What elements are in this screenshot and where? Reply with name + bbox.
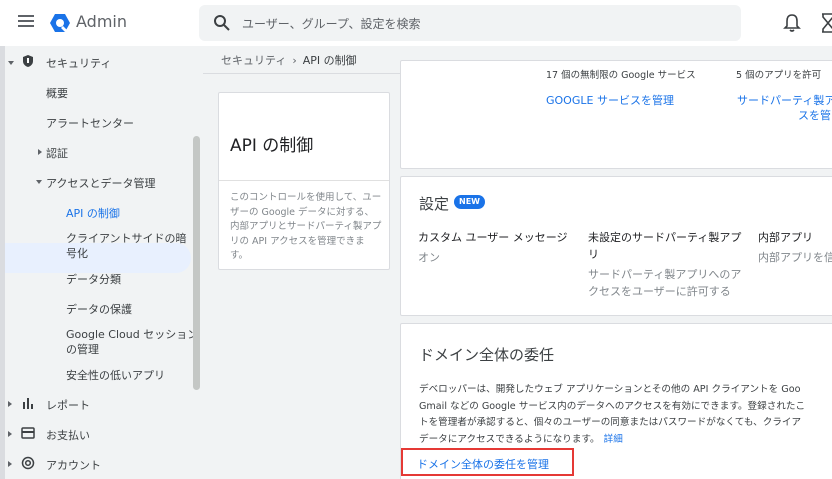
settings-title: 設定 <box>419 195 450 213</box>
sidebar-item-data-classification[interactable]: データ分類 <box>66 271 252 287</box>
unconfigured-apps-title-cont[interactable]: リ <box>588 246 599 263</box>
internal-apps-value: 内部アプリを信 <box>758 251 832 264</box>
at-sign-icon <box>21 456 35 470</box>
unconfigured-apps-value: サードパーティ製アプリへのア <box>588 268 742 281</box>
notification-bell-icon[interactable] <box>783 13 801 33</box>
breadcrumb-parent[interactable]: セキュリティ <box>221 54 286 67</box>
sidebar-item-security[interactable]: セキュリティ <box>46 55 232 71</box>
card-divider <box>219 180 389 181</box>
delegation-line: トを管理者が承認すると、個々のユーザーの同意またはパスワードがなくても、クライア <box>419 417 802 428</box>
services-summary-text: 17 個の無制限の Google サービス <box>546 70 696 81</box>
services-card: 17 個の無制限の Google サービス 5 個のアプリを許可 GOOGLE … <box>400 60 832 169</box>
delegation-line: データにアクセスできるようになります。 詳細 <box>419 432 832 449</box>
menu-icon[interactable] <box>18 15 34 29</box>
api-description: このコントロールを使用して、ユーザーの Google データに対する、内部アプリ… <box>230 192 382 261</box>
apps-summary-text: 5 個のアプリを許可 <box>736 70 822 81</box>
hourglass-icon[interactable] <box>821 13 832 33</box>
expand-arrow-icon[interactable] <box>8 431 12 437</box>
breadcrumb-separator: › <box>292 54 297 67</box>
delegation-description: デベロッパーは、開発したウェブ アプリケーションとその他の API クライアント… <box>419 382 832 448</box>
shield-icon <box>23 55 33 67</box>
new-badge: NEW <box>454 195 485 209</box>
sidebar-item-auth[interactable]: 認証 <box>46 145 232 161</box>
sidebar-item-billing[interactable]: お支払い <box>46 427 232 443</box>
admin-logo-icon <box>50 14 70 32</box>
sidebar-item-less-secure-apps[interactable]: 安全性の低いアプリ <box>66 367 252 383</box>
sidebar-item-data-protection[interactable]: データの保護 <box>66 301 252 317</box>
delegation-line: Gmail などの Google サービス内のデータへのアクセスを有効にできます… <box>419 400 806 412</box>
manage-third-party-link[interactable]: サードパーティ製ア <box>737 92 832 108</box>
unconfigured-apps-title[interactable]: 未設定のサードパーティ製アプ <box>588 229 741 246</box>
sidebar-item-overview[interactable]: 概要 <box>46 85 232 101</box>
bar-chart-icon <box>23 398 33 409</box>
sidebar-item-gcloud-session[interactable]: Google Cloud セッション <box>66 326 252 342</box>
delegation-line: デベロッパーは、開発したウェブ アプリケーションとその他の API クライアント… <box>419 384 801 395</box>
internal-apps-title[interactable]: 内部アプリ <box>758 229 813 246</box>
expand-arrow-icon[interactable] <box>38 149 42 155</box>
app-name[interactable]: Admin <box>76 12 127 31</box>
delegation-line-text: データにアクセスできるようになります。 <box>419 433 600 445</box>
search-icon[interactable] <box>213 14 231 32</box>
credit-card-icon <box>21 427 35 439</box>
api-control-card: API の制御 このコントロールを使用して、ユーザーの Google データに対… <box>218 92 390 270</box>
breadcrumb-current: API の制御 <box>302 54 357 67</box>
sidebar-item-alert-center[interactable]: アラートセンター <box>46 115 232 131</box>
breadcrumb: セキュリティ › API の制御 <box>221 52 357 68</box>
custom-message-value: オン <box>418 251 440 264</box>
sidebar-item-reports[interactable]: レポート <box>46 397 232 413</box>
expand-arrow-icon[interactable] <box>36 180 42 184</box>
sidebar-item-gcloud-session-cont[interactable]: の管理 <box>66 341 252 357</box>
sidebar-scrollbar[interactable] <box>193 136 200 390</box>
sidebar-item-access-data[interactable]: アクセスとデータ管理 <box>46 175 232 191</box>
expand-arrow-icon[interactable] <box>8 61 14 65</box>
sidebar-item-account[interactable]: アカウント <box>46 457 232 473</box>
expand-arrow-icon[interactable] <box>8 461 12 467</box>
top-bar: Admin ユーザー、グループ、設定を検索 <box>0 0 832 46</box>
manage-delegation-button[interactable]: ドメイン全体の委任を管理 <box>401 448 574 476</box>
unconfigured-apps-value-cont: クセスをユーザーに許可する <box>588 285 731 298</box>
page-title: API の制御 <box>230 136 314 156</box>
custom-message-title[interactable]: カスタム ユーザー メッセージ <box>418 229 568 246</box>
search-bar[interactable]: ユーザー、グループ、設定を検索 <box>199 5 741 41</box>
manage-google-services-link[interactable]: GOOGLE サービスを管理 <box>546 92 674 108</box>
details-link[interactable]: 詳細 <box>604 434 623 445</box>
expand-arrow-icon[interactable] <box>8 401 12 407</box>
manage-third-party-link-cont[interactable]: スを管 <box>798 107 831 123</box>
settings-card: 設定 NEW カスタム ユーザー メッセージ オン 未設定のサードパーティ製アプ… <box>400 176 832 316</box>
sidebar: セキュリティ 概要 アラートセンター 認証 アクセスとデータ管理 API の制御… <box>5 46 202 479</box>
search-input[interactable]: ユーザー、グループ、設定を検索 <box>242 15 421 32</box>
delegation-title: ドメイン全体の委任 <box>419 346 555 364</box>
